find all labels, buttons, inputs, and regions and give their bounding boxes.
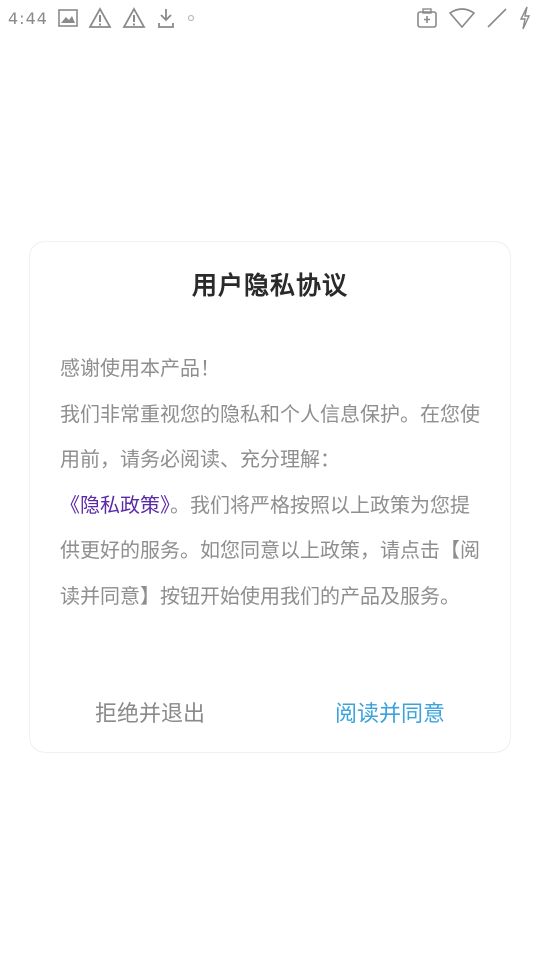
signal-icon [486,7,508,29]
warning-icon [88,7,112,29]
dialog-title: 用户隐私协议 [191,271,348,300]
sim-card-icon [416,7,438,29]
download-icon [156,7,176,29]
dialog-actions: 拒绝并退出 阅读并同意 [30,688,510,736]
privacy-policy-link[interactable]: 《隐私政策》 [60,493,170,517]
wifi-icon [448,7,476,29]
reject-and-exit-button[interactable]: 拒绝并退出 [30,688,270,736]
status-right [416,6,532,30]
warning-icon [122,7,146,29]
dialog-body: 感谢使用本产品！ 我们非常重视您的隐私和个人信息保护。在您使用前，请务必阅读、充… [60,346,480,620]
status-left: 4:44 [8,7,196,29]
image-icon [58,9,78,27]
dot-icon [186,13,196,23]
status-time: 4:44 [8,8,48,28]
status-bar: 4:44 [0,0,540,36]
read-and-agree-button[interactable]: 阅读并同意 [270,688,510,736]
dialog-body-intro: 感谢使用本产品！ 我们非常重视您的隐私和个人信息保护。在您使用前，请务必阅读、充… [60,356,480,472]
battery-charging-icon [518,6,532,30]
privacy-dialog: 用户隐私协议 感谢使用本产品！ 我们非常重视您的隐私和个人信息保护。在您使用前，… [30,242,510,752]
